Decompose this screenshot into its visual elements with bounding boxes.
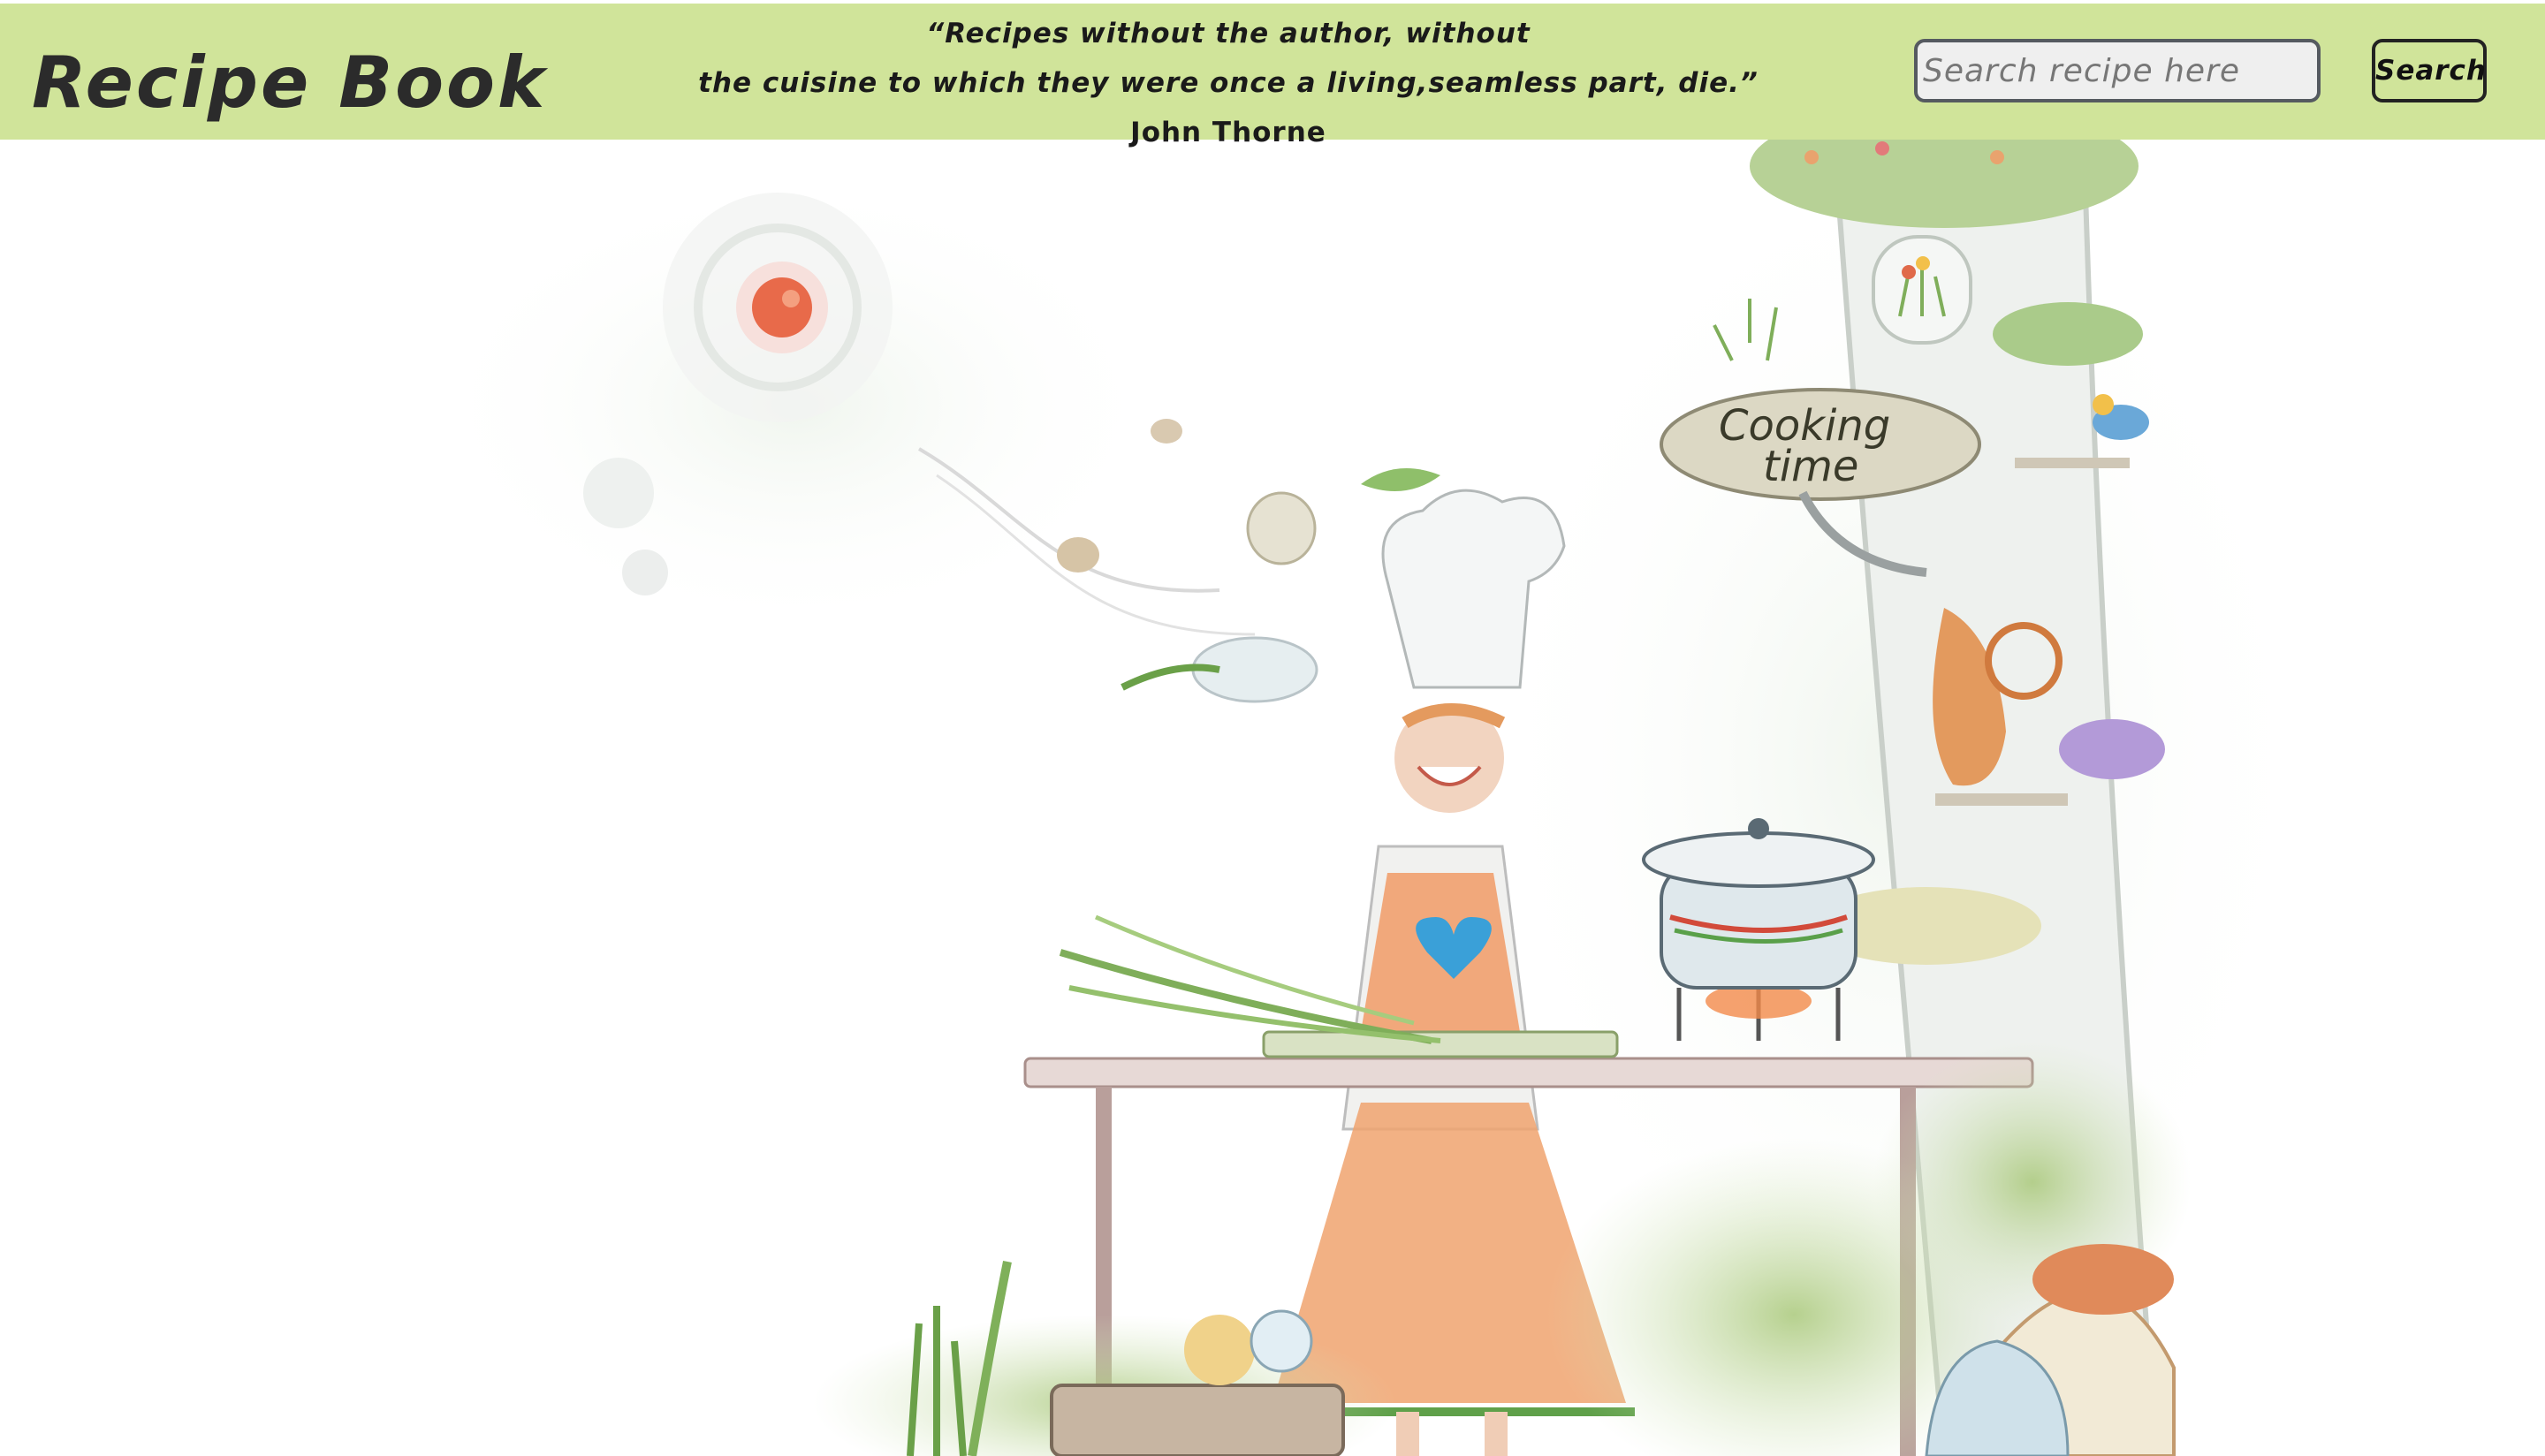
basket [1050,1384,1345,1456]
quote-line-1: “Recipes without the author, without [926,18,1531,49]
site-header: Recipe Book “Recipes without the author,… [0,4,2545,148]
quote-line-2: the cuisine to which they were once a li… [698,67,1759,99]
site-title[interactable]: Recipe Book [32,39,547,127]
pot-on-stove [1642,818,1875,1041]
search-input[interactable] [1914,39,2321,102]
sign-label-line-2: time [1763,442,1858,491]
chef-illustration: Cooking time [424,140,2324,1456]
header-quote: “Recipes without the author, without the… [689,9,1767,157]
search-button[interactable]: Search [2372,39,2487,102]
hero-illustration: Cooking time [0,140,2545,1456]
